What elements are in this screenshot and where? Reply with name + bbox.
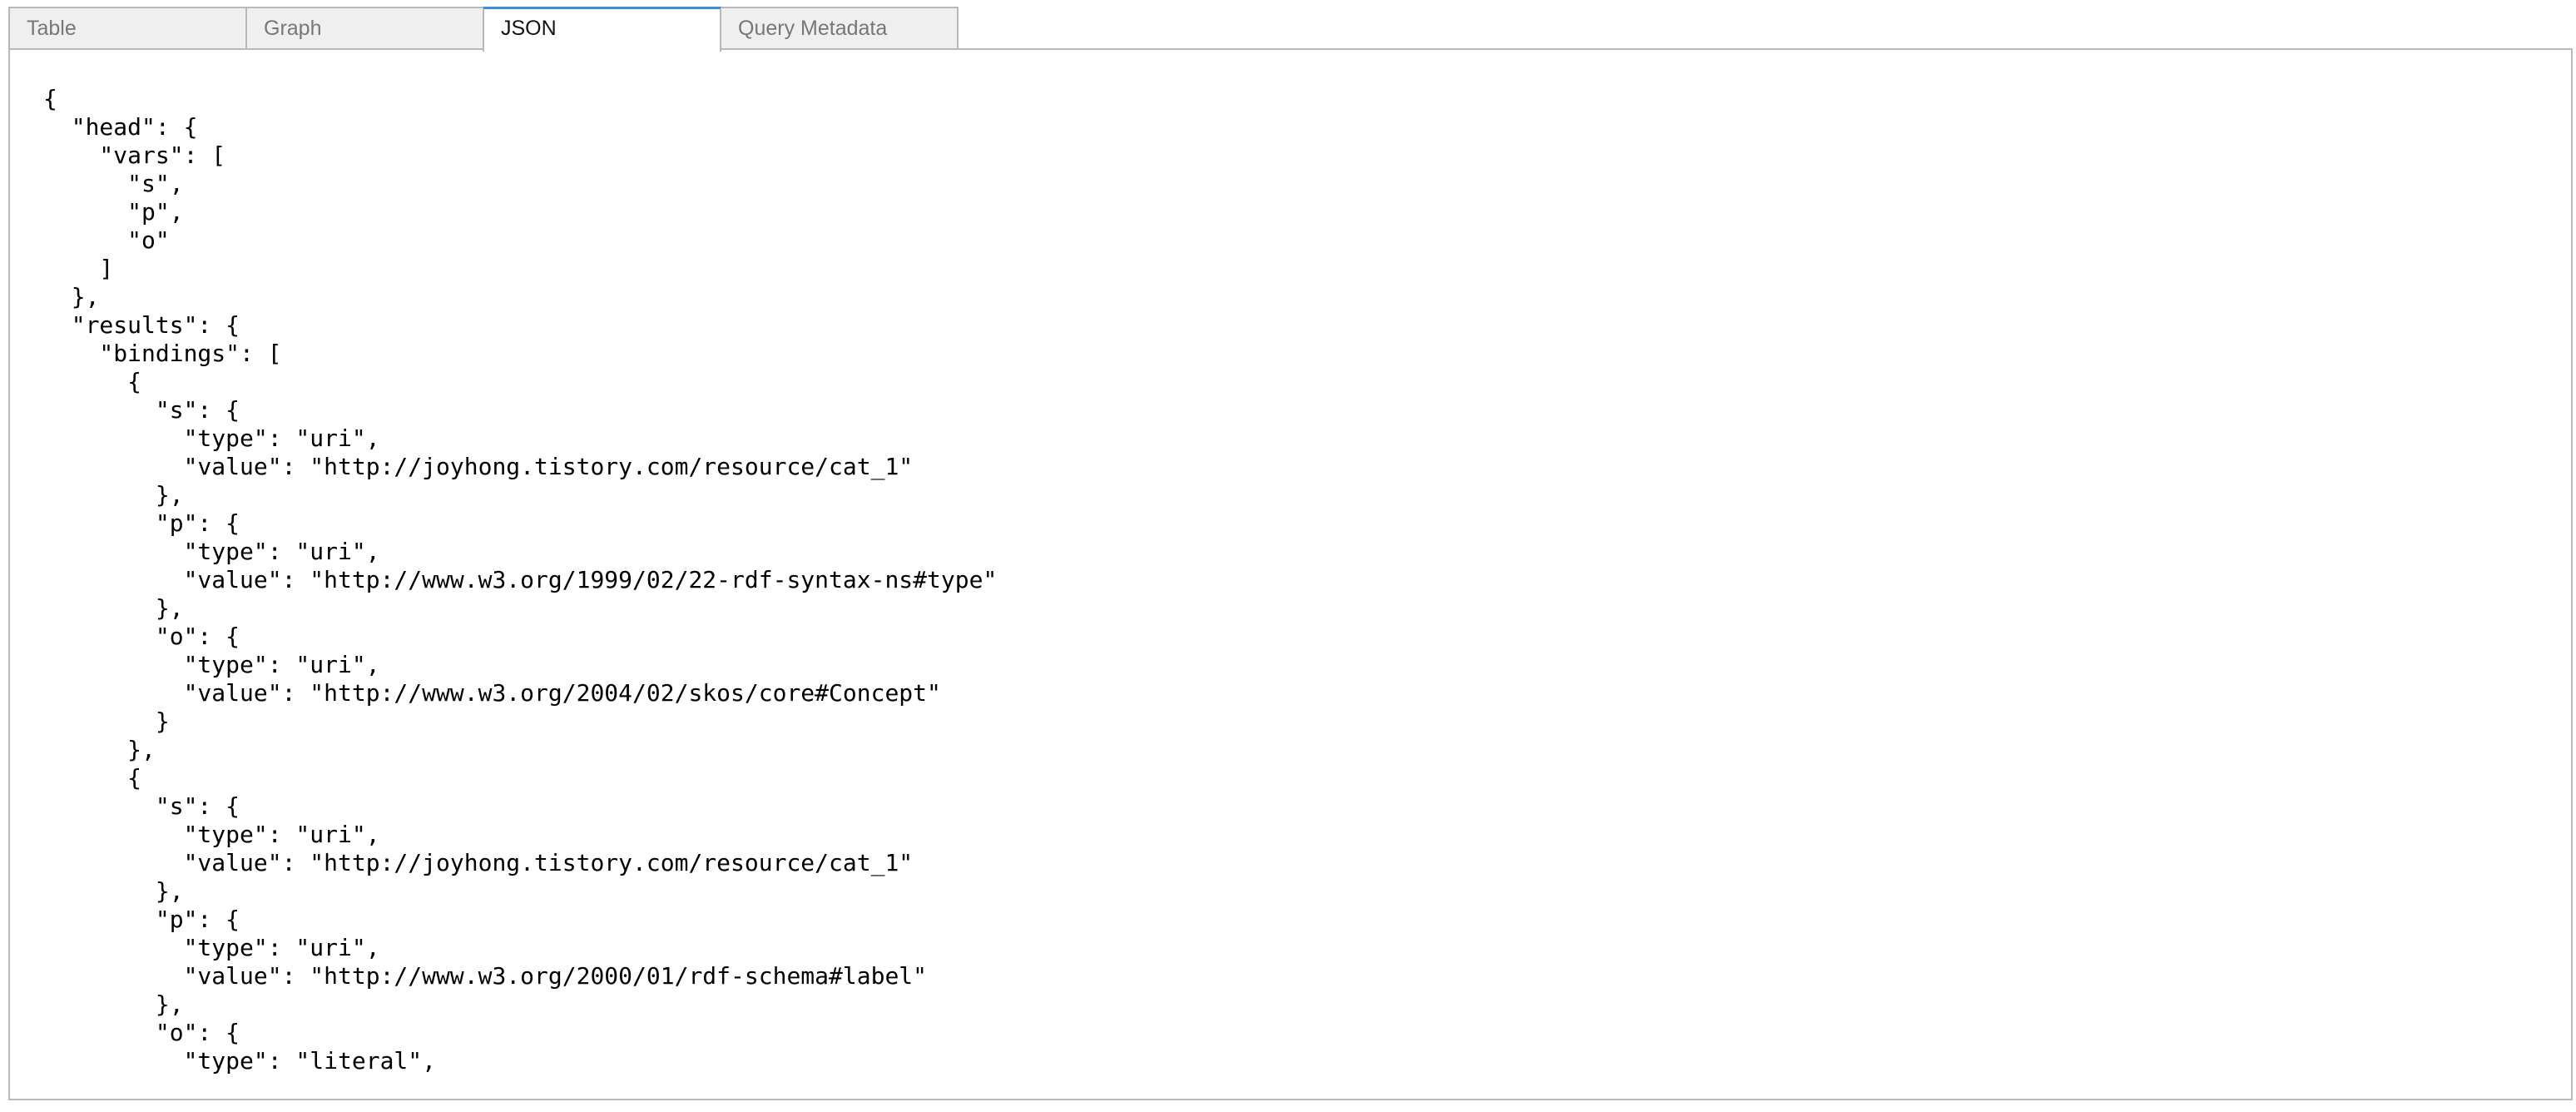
code-line: "o": { — [43, 623, 240, 650]
code-line: "head": { — [43, 113, 198, 141]
code-line: "s", — [43, 170, 184, 197]
code-line: "type": "uri", — [43, 934, 380, 961]
code-line: "type": "uri", — [43, 424, 380, 452]
tab-json[interactable]: JSON — [483, 7, 721, 52]
code-line: { — [43, 85, 57, 112]
code-line: }, — [43, 877, 184, 905]
tab-table[interactable]: Table — [8, 7, 247, 50]
code-line: "vars": [ — [43, 141, 226, 169]
code-line: "value": "http://joyhong.tistory.com/res… — [43, 453, 914, 480]
code-line: ] — [43, 255, 114, 282]
code-line: } — [43, 707, 170, 735]
code-line: "type": "uri", — [43, 651, 380, 678]
json-results-panel[interactable]: { "head": { "vars": [ "s", "p", "o" ] },… — [8, 48, 2573, 1100]
json-code-view: { "head": { "vars": [ "s", "p", "o" ] },… — [43, 85, 998, 1099]
code-line: "p", — [43, 198, 184, 226]
code-line: }, — [43, 990, 184, 1018]
code-line: "type": "uri", — [43, 821, 380, 848]
code-line: "bindings": [ — [43, 340, 282, 367]
code-line: { — [43, 368, 142, 395]
code-line: { — [43, 764, 142, 792]
code-line: "value": "http://www.w3.org/1999/02/22-r… — [43, 566, 998, 593]
results-tab-bar: Table Graph JSON Query Metadata — [8, 7, 959, 52]
tab-graph[interactable]: Graph — [245, 7, 484, 50]
tab-query-metadata[interactable]: Query Metadata — [720, 7, 959, 50]
code-line: "type": "uri", — [43, 538, 380, 565]
code-line: }, — [43, 481, 184, 509]
code-line: "s": { — [43, 792, 240, 820]
code-line: "o" — [43, 226, 170, 254]
code-line: "value": "http://www.w3.org/2000/01/rdf-… — [43, 962, 928, 990]
code-line: }, — [43, 283, 100, 310]
code-line: "type": "literal", — [43, 1047, 437, 1075]
code-line: "p": { — [43, 906, 240, 933]
code-line: "value": "http://www.w3.org/2004/02/skos… — [43, 679, 941, 707]
code-line: }, — [43, 736, 156, 763]
code-line: "o": { — [43, 1019, 240, 1046]
code-line: "s": { — [43, 396, 240, 424]
code-line: "results": { — [43, 311, 240, 339]
code-line: }, — [43, 594, 184, 622]
code-line: "p": { — [43, 509, 240, 537]
code-line: "value": "http://joyhong.tistory.com/res… — [43, 849, 914, 876]
